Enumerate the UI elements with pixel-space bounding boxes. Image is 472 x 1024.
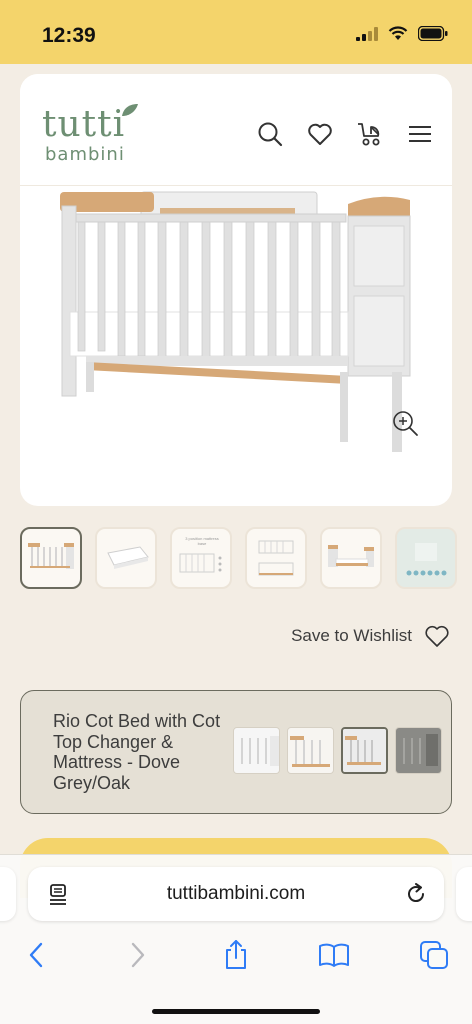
thumbnail-mattress-base[interactable]: 3 position mattress base — [170, 527, 232, 589]
mattress-thumbnail-image — [107, 546, 149, 569]
tabs-button[interactable] — [418, 939, 450, 971]
logo-wordmark-top: tutti — [42, 104, 126, 145]
variant-product-name: Rio Cot Bed with Cot Top Changer & Mattr… — [53, 711, 221, 793]
features-thumbnail-image — [406, 543, 447, 576]
swatch-slate-grey-image — [396, 728, 441, 773]
variant-swatch-white-oak[interactable] — [287, 727, 334, 774]
bookmarks-button[interactable] — [318, 939, 350, 971]
address-bar[interactable]: tuttibambini.com — [28, 867, 444, 921]
previous-tab-pill[interactable] — [0, 867, 16, 921]
share-icon — [226, 940, 246, 969]
chevron-left-icon — [29, 942, 43, 968]
browser-toolbar — [0, 935, 472, 975]
chevron-right-icon — [131, 942, 145, 968]
search-button[interactable] — [256, 120, 284, 148]
battery-icon — [418, 26, 448, 41]
url-text: tuttibambini.com — [166, 883, 306, 904]
status-time: 12:39 — [42, 24, 96, 47]
tabs-icon — [420, 941, 448, 969]
heart-outline-icon — [425, 625, 449, 647]
wishlist-label: Save to Wishlist — [291, 626, 412, 645]
gallery-thumbnails: 3 position mattress base — [20, 527, 457, 589]
menu-icon — [409, 126, 431, 142]
variant-selector: Rio Cot Bed with Cot Top Changer & Mattr… — [20, 690, 452, 814]
header-actions — [256, 120, 434, 148]
cot-side-icon — [179, 553, 222, 573]
swatch-dove-grey-oak-image — [343, 729, 386, 772]
pram-cart-icon — [358, 123, 380, 146]
configurations-thumbnail-image — [258, 540, 294, 576]
zoom-button[interactable] — [390, 408, 420, 438]
logo-wordmark-bottom: bambini — [45, 144, 125, 165]
status-icons — [356, 26, 448, 41]
toddler-bed-thumbnail-image — [328, 545, 374, 567]
wishlist-header-button[interactable] — [306, 120, 334, 148]
product-card: tutti bambini — [20, 74, 452, 506]
book-icon — [319, 943, 349, 967]
save-to-wishlist-button[interactable]: Save to Wishlist — [291, 624, 450, 648]
search-icon — [258, 122, 283, 147]
product-image-cot-bed[interactable] — [48, 186, 428, 486]
next-tab-pill[interactable] — [456, 867, 472, 921]
logo-leaf-icon — [122, 104, 138, 116]
mattress-base-thumbnail-image: 3 position mattress base — [176, 536, 226, 580]
thumbnail-cot-configurations[interactable] — [245, 527, 307, 589]
heart-icon — [308, 123, 332, 145]
cot-thumbnail-image — [28, 543, 74, 569]
site-header: tutti bambini — [20, 74, 452, 186]
swatch-white-oak-image — [288, 728, 333, 773]
variant-swatch-slate-grey[interactable] — [395, 727, 442, 774]
variant-swatch-dove-grey-oak[interactable] — [341, 727, 388, 774]
back-button[interactable] — [20, 939, 52, 971]
menu-button[interactable] — [406, 120, 434, 148]
thumbnail-toddler-bed[interactable] — [320, 527, 382, 589]
home-indicator — [152, 1009, 320, 1014]
thumbnail-mattress[interactable] — [95, 527, 157, 589]
variant-swatch-white[interactable] — [233, 727, 280, 774]
reload-icon[interactable] — [404, 882, 428, 906]
swatch-white-image — [234, 728, 279, 773]
browser-bottom-bar: tuttibambini.com — [0, 854, 472, 1024]
cart-button[interactable] — [356, 120, 384, 148]
forward-button[interactable] — [122, 939, 154, 971]
variant-swatches — [233, 727, 442, 774]
cellular-signal-icon — [356, 26, 378, 41]
status-bar: 12:39 — [0, 0, 472, 64]
thumbnail-features[interactable] — [395, 527, 457, 589]
wifi-icon — [388, 26, 408, 40]
thumbnail-cot-bed[interactable] — [20, 527, 82, 589]
share-button[interactable] — [220, 939, 252, 971]
zoom-in-icon — [393, 411, 418, 436]
thumbnail-caption: 3 position mattress base — [185, 536, 219, 546]
